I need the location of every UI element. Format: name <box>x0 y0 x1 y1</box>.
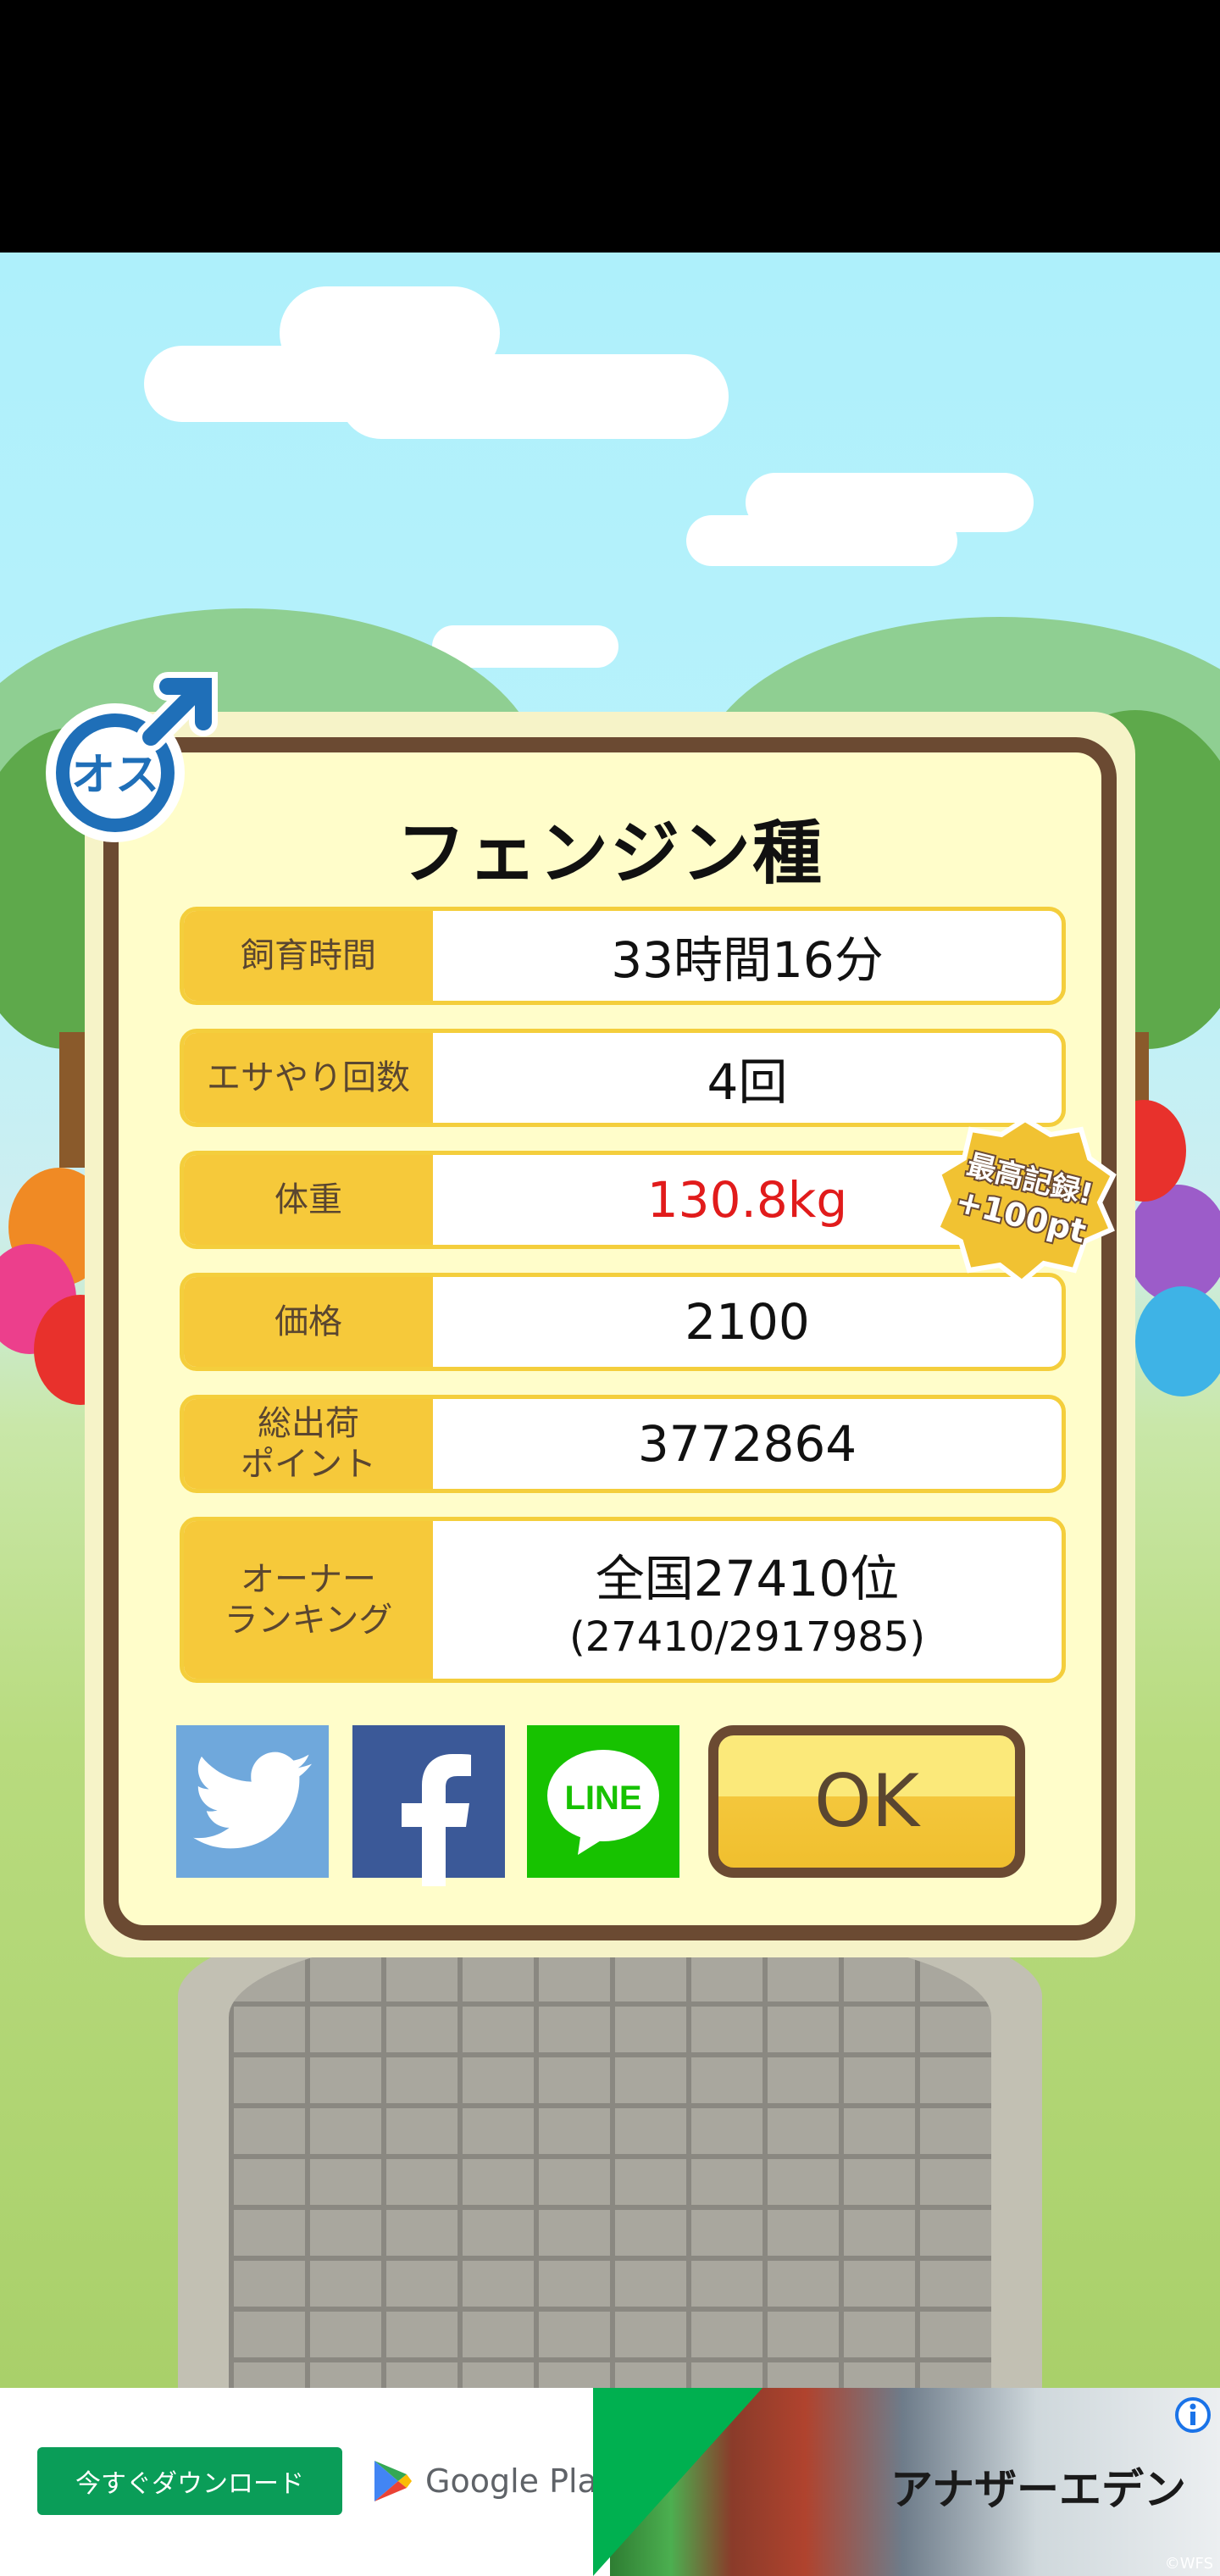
stat-label: 価格 <box>184 1277 433 1367</box>
facebook-share-button[interactable] <box>352 1725 505 1886</box>
cloud <box>686 515 957 566</box>
svg-text:LINE: LINE <box>564 1779 641 1817</box>
line-share-button[interactable]: LINE <box>527 1725 679 1878</box>
google-play-badge[interactable]: Google Play <box>373 2447 616 2515</box>
ad-decoration <box>593 2388 762 2576</box>
stat-row-owner-ranking: オーナー ランキング 全国27410位 (27410/2917985) <box>180 1517 1066 1683</box>
record-badge: 最高記録! +100pt <box>932 1114 1118 1285</box>
breed-title: フェンジン種 <box>396 813 824 894</box>
stat-value: 3772864 <box>637 1415 857 1473</box>
stat-label: 飼育時間 <box>184 911 433 1001</box>
ok-button[interactable]: OK <box>708 1725 1025 1878</box>
twitter-share-button[interactable] <box>176 1725 329 1878</box>
cloud <box>339 354 729 439</box>
cobblestone-road <box>178 1905 1042 2388</box>
line-icon: LINE <box>547 1750 659 1855</box>
balloon <box>1127 1185 1220 1303</box>
stat-value: 全国27410位 (27410/2917985) <box>568 1550 926 1661</box>
stat-label: 体重 <box>184 1155 433 1245</box>
stat-value: 2100 <box>685 1293 810 1351</box>
ad-copyright: ©WFS <box>1164 2555 1213 2573</box>
result-dialog: フェンジン種 飼育時間 33時間16分 エサやり回数 4回 体重 130.8kg… <box>103 737 1117 1940</box>
status-bar <box>0 0 1220 253</box>
ad-banner[interactable]: 今すぐダウンロード Google Play アナザーエデン ©WFS <box>0 2388 1220 2576</box>
google-play-label: Google Play <box>425 2462 617 2500</box>
balloon <box>1135 1286 1220 1396</box>
stat-label: オーナー ランキング <box>184 1521 433 1679</box>
ad-game-title: アナザーエデン <box>890 2464 1186 2514</box>
male-symbol-icon: オス <box>46 672 218 842</box>
ad-info-icon[interactable] <box>1174 2396 1212 2434</box>
stat-value: 4回 <box>707 1053 788 1111</box>
facebook-icon <box>402 1754 471 1886</box>
stat-label: エサやり回数 <box>184 1033 433 1123</box>
stat-row-total-points: 総出荷 ポイント 3772864 <box>180 1395 1066 1493</box>
stat-row-breeding-time: 飼育時間 33時間16分 <box>180 907 1066 1005</box>
stat-value: 33時間16分 <box>611 931 884 989</box>
stat-row-feed-count: エサやり回数 4回 <box>180 1029 1066 1127</box>
ad-download-button[interactable]: 今すぐダウンロード <box>37 2447 342 2515</box>
male-gender-badge: オス <box>41 669 219 847</box>
svg-text:オス: オス <box>71 750 159 801</box>
stat-row-price: 価格 2100 <box>180 1273 1066 1371</box>
google-play-icon <box>374 2461 412 2501</box>
stat-label: 総出荷 ポイント <box>184 1399 433 1489</box>
twitter-icon <box>193 1752 312 1849</box>
